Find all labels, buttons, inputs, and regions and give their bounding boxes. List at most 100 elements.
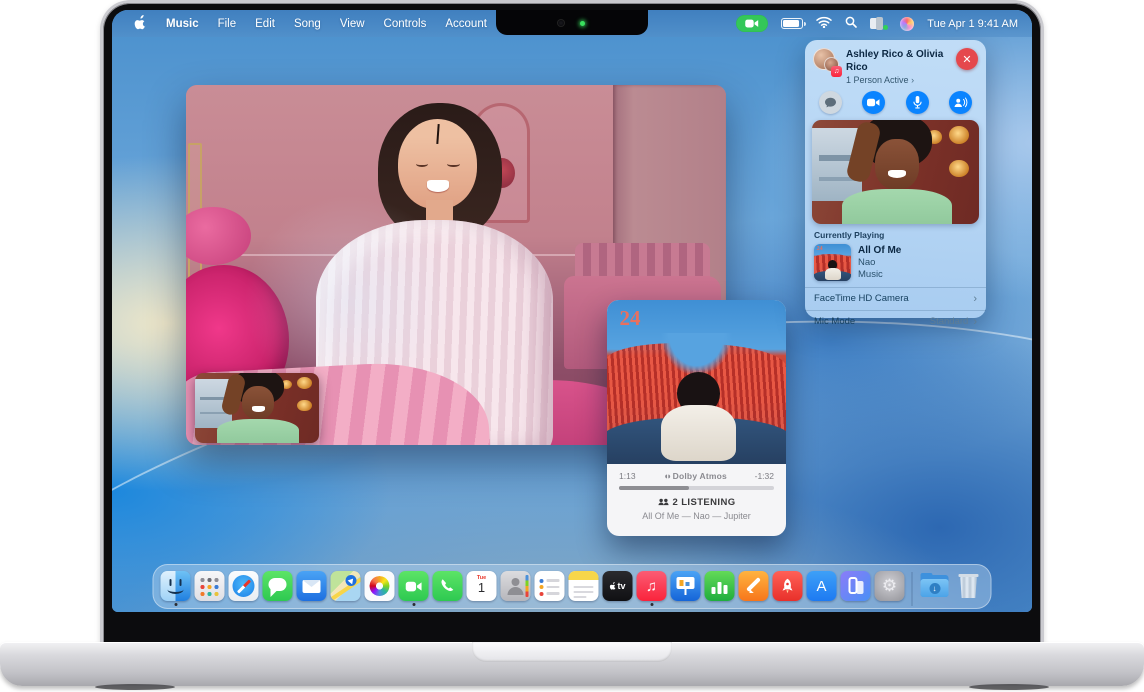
running-indicator [412, 603, 415, 606]
mic-mode-value: Standard [930, 316, 969, 327]
camera-lens [558, 20, 564, 26]
pip-light-bulb [297, 400, 312, 412]
facetime-session-widget[interactable]: ♫ Ashley Rico & Olivia Rico 1 Person Act… [805, 40, 986, 318]
display-notch [496, 10, 648, 35]
song-artist: Nao [858, 257, 901, 269]
shareplay-button[interactable] [949, 91, 972, 114]
progress-bar[interactable] [619, 486, 774, 490]
video-toggle-button[interactable] [862, 91, 885, 114]
participant-video-tile[interactable] [812, 120, 979, 224]
camera-select-row[interactable]: FaceTime HD Camera › [805, 288, 986, 310]
dock-tv-icon[interactable]: tv [603, 571, 633, 601]
mic-toggle-button[interactable] [906, 91, 929, 114]
laptop-bezel: Music File Edit Song View Controls Accou… [100, 0, 1044, 648]
dolby-atmos-badge: ◖◗ Dolby Atmos [663, 471, 727, 481]
battery-icon[interactable] [781, 18, 803, 29]
camera-indicator-led [580, 21, 585, 26]
download-arrow-glyph: ↓ [929, 583, 940, 594]
hair-part [436, 124, 439, 144]
currently-playing-label: Currently Playing [814, 230, 977, 240]
dock-music-icon[interactable]: ♫ [637, 571, 667, 601]
dock-appstore-icon[interactable]: A [807, 571, 837, 601]
messages-button[interactable] [819, 91, 842, 114]
menu-item-view[interactable]: View [340, 18, 365, 30]
dock-games-icon[interactable] [773, 571, 803, 601]
facetime-active-indicator[interactable] [736, 15, 768, 32]
gear-glyph: ⚙ [882, 576, 897, 596]
spotlight-search-icon[interactable] [845, 16, 857, 31]
end-call-button[interactable]: ✕ [956, 48, 978, 70]
laptop-base [0, 642, 1144, 686]
lid-groove [472, 642, 672, 662]
dock-iphone-mirroring-icon[interactable] [841, 571, 871, 601]
camera-row-label: FaceTime HD Camera [814, 293, 909, 304]
dock-system-settings-icon[interactable]: ⚙ [875, 571, 905, 601]
album-artist-suit [661, 405, 736, 461]
dock-reminders-icon[interactable] [535, 571, 565, 601]
song-app: Music [858, 269, 901, 281]
pip-man-smile [252, 406, 265, 411]
currently-playing-art: 24 [814, 244, 851, 281]
dock: Tue1 tv ♫ A ⚙ ↓ [153, 564, 992, 609]
player-controls-area: 1:13 ◖◗ Dolby Atmos -1:32 2 LISTENING Al… [607, 464, 786, 536]
close-icon: ✕ [962, 53, 971, 66]
caller-eye [416, 161, 429, 167]
dock-contacts-icon[interactable] [501, 571, 531, 601]
caller-smile [427, 180, 449, 192]
microphone-icon [913, 96, 922, 109]
session-names: Ashley Rico & Olivia Rico 1 Person Activ… [846, 48, 949, 85]
chat-bubble-icon [824, 97, 837, 108]
dock-facetime-icon[interactable] [399, 571, 429, 601]
dock-trash-icon[interactable] [954, 571, 984, 601]
dock-downloads-folder-icon[interactable]: ↓ [920, 571, 950, 601]
self-view-pip[interactable] [195, 373, 319, 443]
dock-maps-icon[interactable] [331, 571, 361, 601]
dock-mail-icon[interactable] [297, 571, 327, 601]
listeners-icon [658, 498, 669, 506]
siri-icon[interactable] [900, 17, 914, 31]
dock-safari-icon[interactable] [229, 571, 259, 601]
menu-item-edit[interactable]: Edit [255, 18, 275, 30]
dock-messages-icon[interactable] [263, 571, 293, 601]
menu-item-song[interactable]: Song [294, 18, 321, 30]
music-note-glyph: ♫ [646, 578, 657, 595]
mic-mode-row[interactable]: Mic Mode Standard› [805, 311, 986, 333]
menu-item-app[interactable]: Music [166, 18, 199, 30]
song-title: All Of Me [858, 244, 901, 257]
apple-menu-icon[interactable] [134, 15, 147, 33]
tile-man-smile [888, 170, 905, 178]
appstore-glyph: A [816, 578, 826, 595]
chevron-right-icon: › [911, 75, 914, 85]
rubber-foot [969, 684, 1049, 690]
dock-calendar-icon[interactable]: Tue1 [467, 571, 497, 601]
menu-bar-clock[interactable]: Tue Apr 1 9:41 AM [927, 18, 1018, 30]
tile-light-bulb [949, 126, 969, 144]
menu-bar-status: Tue Apr 1 9:41 AM [736, 15, 1018, 32]
dock-phone-icon[interactable] [433, 571, 463, 601]
session-subtitle[interactable]: 1 Person Active › [846, 75, 949, 85]
shareplay-player-card[interactable]: 24 1:13 ◖◗ Dolby Atmos -1:32 2 LISTENING… [607, 300, 786, 536]
dock-photos-icon[interactable] [365, 571, 395, 601]
dolby-logo-icon: ◖◗ [663, 471, 670, 481]
rubber-foot [95, 684, 175, 690]
dock-notes-icon[interactable] [569, 571, 599, 601]
running-indicator [174, 603, 177, 606]
dock-keynote-icon[interactable] [671, 571, 701, 601]
menu-item-account[interactable]: Account [445, 18, 487, 30]
menu-item-file[interactable]: File [218, 18, 237, 30]
menu-item-controls[interactable]: Controls [384, 18, 427, 30]
thumb-artist-suit [825, 268, 841, 281]
video-camera-icon [867, 98, 880, 107]
active-green-dot [883, 25, 888, 30]
session-title: Ashley Rico & Olivia Rico [846, 49, 949, 74]
dock-launchpad-icon[interactable] [195, 571, 225, 601]
participant-video-art [812, 120, 979, 224]
macbook-mockup: Music File Edit Song View Controls Accou… [0, 0, 1144, 692]
thumb-monogram: 24 [817, 246, 823, 252]
wifi-icon[interactable] [816, 16, 832, 31]
dock-pages-icon[interactable] [739, 571, 769, 601]
dock-numbers-icon[interactable] [705, 571, 735, 601]
dock-finder-icon[interactable] [161, 571, 191, 601]
currently-playing-section: Currently Playing 24 A [805, 224, 986, 287]
screen-sharing-icon[interactable] [870, 17, 887, 30]
